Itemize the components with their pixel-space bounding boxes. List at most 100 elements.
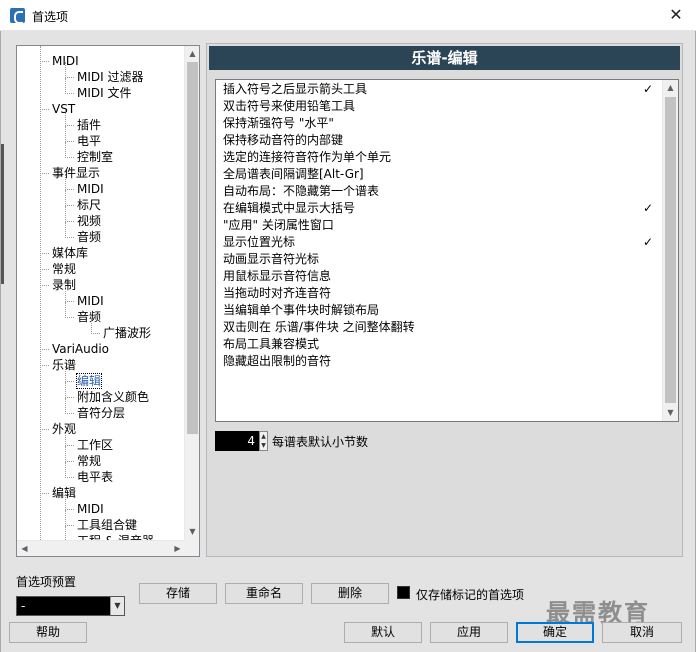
tree-item[interactable]: MIDI 文件 xyxy=(77,86,132,101)
tree-guide-line xyxy=(65,366,66,382)
tree-item[interactable]: 事件显示 xyxy=(52,166,100,181)
chevron-down-icon[interactable]: ▼ xyxy=(110,597,124,615)
spin-down-icon[interactable]: ▼ xyxy=(260,441,267,450)
scroll-right-icon[interactable]: ▶ xyxy=(170,541,185,556)
tree-item-label: 控制室 xyxy=(77,150,114,164)
option-item[interactable]: 自动布局：不隐藏第一个谱表 xyxy=(223,183,661,200)
tree-item[interactable]: MIDI xyxy=(77,182,104,197)
tree-item[interactable]: 音符分层 xyxy=(77,406,125,421)
tree-guide-line xyxy=(65,286,66,302)
apply-button[interactable]: 应用 xyxy=(430,622,508,643)
scroll-up-icon[interactable]: ▲ xyxy=(663,80,678,95)
tree-horizontal-scrollbar[interactable]: ◀ ▶ xyxy=(17,540,185,556)
tree-guide-line xyxy=(65,382,66,398)
ok-button[interactable]: 确定 xyxy=(516,622,594,643)
option-item[interactable]: 动画显示音符光标 xyxy=(223,251,661,268)
tree-guide-line xyxy=(65,157,74,158)
option-item[interactable]: 全局谱表间隔调整[Alt-Gr] xyxy=(223,166,661,183)
tree-item-label: 工具组合键 xyxy=(77,518,138,532)
tree-item[interactable]: 广播波形 xyxy=(103,326,151,341)
scroll-left-icon[interactable]: ◀ xyxy=(17,541,32,556)
option-item[interactable]: 双击符号来使用铅笔工具 xyxy=(223,98,661,115)
tree-item[interactable]: 编辑 xyxy=(75,373,103,389)
cancel-button[interactable]: 取消 xyxy=(602,622,682,643)
tree-item[interactable]: 电平表 xyxy=(77,470,113,485)
spin-up-icon[interactable]: ▲ xyxy=(260,432,267,441)
option-item[interactable]: 双击则在 乐谱/事件块 之间整体翻转 xyxy=(223,319,661,336)
tree-guide-line xyxy=(65,237,74,238)
option-item[interactable]: 布局工具兼容模式 xyxy=(223,336,661,353)
store-button[interactable]: 存储 xyxy=(139,583,217,604)
option-label: 双击则在 乐谱/事件块 之间整体翻转 xyxy=(223,320,415,334)
tree-item[interactable]: 录制 xyxy=(52,278,76,293)
store-marked-only-checkbox[interactable] xyxy=(397,586,410,599)
option-item[interactable]: 隐藏超出限制的音符 xyxy=(223,353,661,370)
tree-item-label: 附加含义颜色 xyxy=(77,390,150,404)
tree-guide-line xyxy=(65,494,66,510)
close-icon[interactable]: ✕ xyxy=(666,5,686,25)
tree-vertical-scrollbar[interactable]: ▲ ▼ xyxy=(184,46,199,540)
tree-item[interactable]: 常规 xyxy=(77,454,101,469)
presets-dropdown[interactable]: - ▼ xyxy=(16,596,125,616)
tree-item[interactable]: MIDI xyxy=(77,502,104,517)
rename-button[interactable]: 重命名 xyxy=(225,583,303,604)
tree-item[interactable]: 常规 xyxy=(52,262,76,277)
option-item[interactable]: 保持渐强符号 "水平" xyxy=(223,115,661,132)
tree-item[interactable]: 媒体库 xyxy=(52,246,88,261)
tree-item-label: 事件显示 xyxy=(52,166,101,180)
tree-guide-line xyxy=(40,173,49,174)
tree-item[interactable]: 标尺 xyxy=(77,198,101,213)
tree-item-label: MIDI xyxy=(77,294,104,308)
tree-item[interactable]: 视频 xyxy=(77,214,101,229)
tree-item[interactable]: MIDI 过滤器 xyxy=(77,70,144,85)
tree-item[interactable]: 电平 xyxy=(77,134,101,149)
delete-button[interactable]: 删除 xyxy=(311,583,389,604)
option-item[interactable]: 当拖动时对齐连音符 xyxy=(223,285,661,302)
tree-guide-line xyxy=(40,365,49,366)
tree-guide-line xyxy=(40,109,49,110)
tree-item[interactable]: VST xyxy=(52,102,75,117)
tree-item-label: 录制 xyxy=(52,278,77,292)
tree-item[interactable]: 乐谱 xyxy=(52,358,76,373)
tree-item[interactable]: 音频 xyxy=(77,230,101,245)
tree-guide-line xyxy=(65,526,66,540)
default-button[interactable]: 默认 xyxy=(344,622,422,643)
tree-item[interactable]: 工作区 xyxy=(77,438,113,453)
tree-item[interactable]: 附加含义颜色 xyxy=(77,390,149,405)
option-item[interactable]: 保持移动音符的内部键 xyxy=(223,132,661,149)
tree-guide-line xyxy=(65,413,74,414)
option-label: 显示位置光标 xyxy=(223,235,296,249)
tree-item[interactable]: 工具组合键 xyxy=(77,518,137,533)
tree-item[interactable]: 控制室 xyxy=(77,150,113,165)
option-item[interactable]: 显示位置光标 ✓ xyxy=(223,234,661,251)
option-item[interactable]: 用鼠标显示音符信息 xyxy=(223,268,661,285)
scroll-up-icon[interactable]: ▲ xyxy=(185,46,200,61)
tree-item[interactable]: 外观 xyxy=(52,422,76,437)
scroll-down-icon[interactable]: ▼ xyxy=(663,405,678,420)
option-item[interactable]: 在编辑模式中显示大括号 ✓ xyxy=(223,200,661,217)
tree-item[interactable]: 音频 xyxy=(77,310,101,325)
tree-scroll-thumb[interactable] xyxy=(187,62,198,434)
options-scroll-thumb[interactable] xyxy=(665,97,676,403)
tree-item[interactable]: 插件 xyxy=(77,118,101,133)
tree-item-label: VST xyxy=(52,102,76,116)
scroll-down-icon[interactable]: ▼ xyxy=(185,524,200,539)
app-icon xyxy=(10,8,25,24)
option-label: 保持渐强符号 "水平" xyxy=(223,116,334,130)
help-button[interactable]: 帮助 xyxy=(9,622,87,643)
option-item[interactable]: 选定的连接符音符作为单个单元 xyxy=(223,149,661,166)
option-item[interactable]: 当编辑单个事件块时解锁布局 xyxy=(223,302,661,319)
tree-item-label: VariAudio xyxy=(52,342,110,356)
option-item[interactable]: 插入符号之后显示箭头工具 ✓ xyxy=(223,81,661,98)
tree-item[interactable]: 编辑 xyxy=(52,486,76,501)
option-label: 布局工具兼容模式 xyxy=(223,337,320,351)
option-item[interactable]: "应用" 关闭属性窗口 xyxy=(223,217,661,234)
tree-item[interactable]: VariAudio xyxy=(52,342,109,357)
tree-guide-line xyxy=(40,253,49,254)
tree-item[interactable]: MIDI xyxy=(77,294,104,309)
options-scrollbar[interactable]: ▲ ▼ xyxy=(662,80,678,421)
tree-guide-line xyxy=(40,493,49,494)
tree-guide-line xyxy=(40,46,41,540)
tree-item-label: MIDI xyxy=(77,502,104,516)
spin-arrows-icon[interactable]: ▲ ▼ xyxy=(259,431,268,451)
